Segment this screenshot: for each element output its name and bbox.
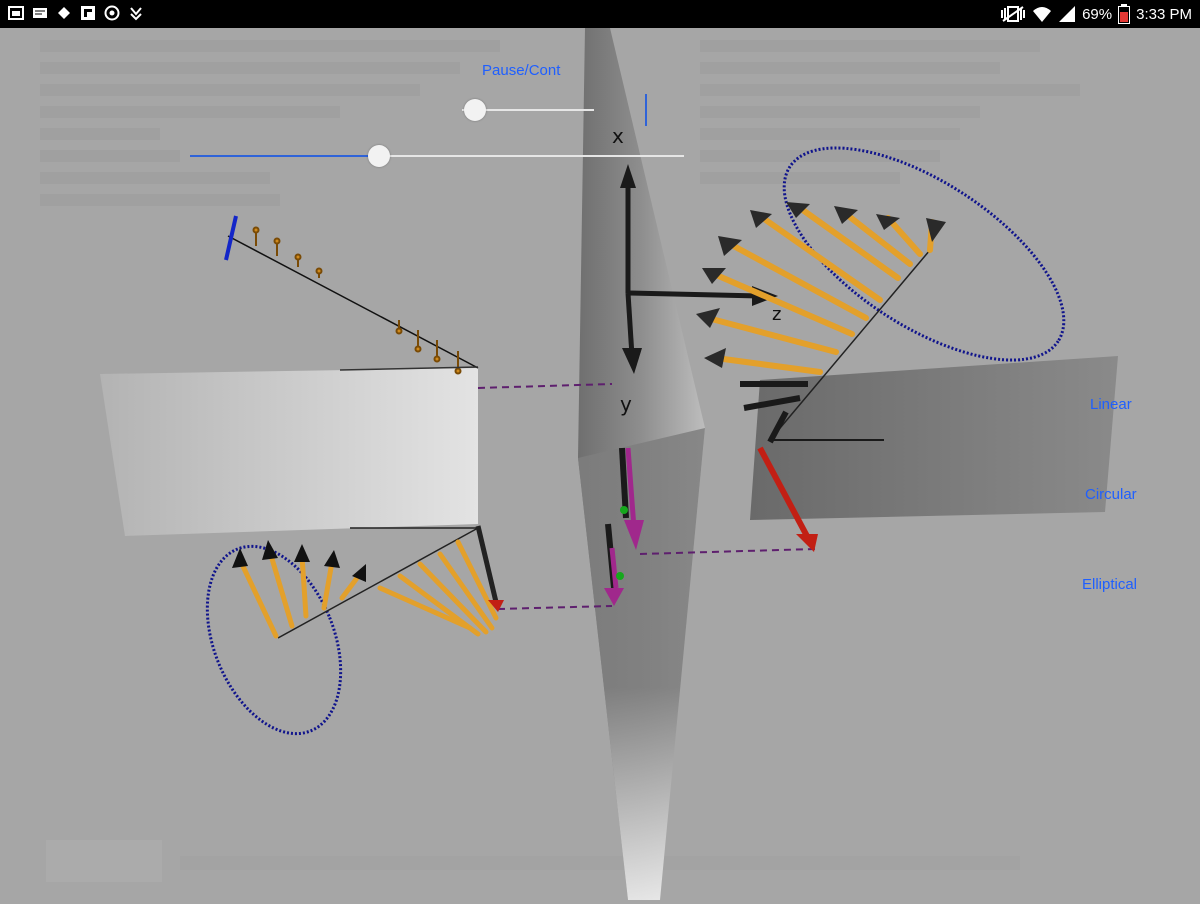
notification-icons: [8, 5, 144, 21]
option-elliptical[interactable]: Elliptical: [1082, 576, 1137, 593]
speed-slider[interactable]: [462, 98, 594, 122]
battery-percent: 69%: [1082, 5, 1113, 23]
speed-slider-thumb[interactable]: [464, 99, 486, 121]
phase-slider-thumb[interactable]: [368, 145, 390, 167]
linear-wave: [224, 215, 479, 375]
left-plane: [100, 368, 478, 536]
right-plane: [750, 356, 1118, 520]
simulation-viewport[interactable]: x y z Pause/Cont Linear Circular Ellipti…: [0, 28, 1200, 900]
phase-slider[interactable]: [190, 144, 684, 168]
download-icon: [130, 7, 142, 21]
flipboard-icon: [81, 6, 95, 20]
message-icon: [33, 8, 47, 18]
signal-icon: [1059, 6, 1076, 22]
axis-y-label: y: [620, 392, 632, 416]
gallery-icon: [8, 6, 24, 20]
option-circular[interactable]: Circular: [1085, 486, 1137, 503]
axis-z-label: z: [772, 304, 782, 325]
wifi-icon: [1033, 7, 1052, 22]
pause-continue-button[interactable]: Pause/Cont: [482, 62, 560, 79]
clock: 3:33 PM: [1136, 5, 1192, 23]
status-bar: 69% 3:33 PM: [0, 0, 1200, 28]
phase-slider-fill: [190, 155, 380, 157]
battery-icon: [1118, 4, 1131, 24]
mute-vibrate-icon: [1001, 6, 1026, 22]
app-icon: [58, 7, 70, 19]
target-icon: [104, 5, 120, 21]
system-status: 69% 3:33 PM: [1000, 4, 1192, 24]
option-linear[interactable]: Linear: [1090, 396, 1132, 413]
circular-wave: [205, 525, 504, 736]
text-cursor: [645, 94, 647, 126]
